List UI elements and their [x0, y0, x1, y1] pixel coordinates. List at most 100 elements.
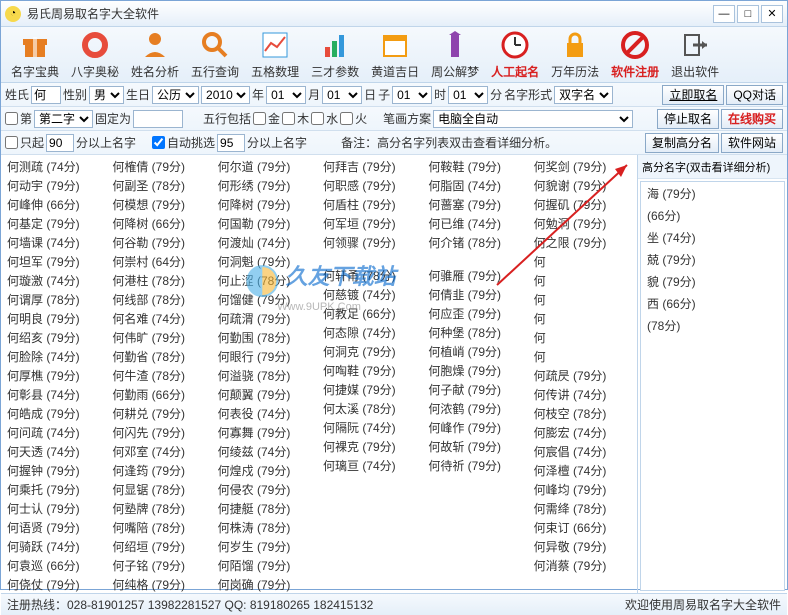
huo-checkbox[interactable]: [340, 112, 353, 125]
name-item[interactable]: 何领骤 (79分): [319, 235, 424, 252]
name-item[interactable]: 何明良 (79分): [3, 311, 108, 328]
name-item[interactable]: 何谓厚 (78分): [3, 292, 108, 309]
toolbar-chart[interactable]: 五格数理: [245, 27, 305, 82]
name-item[interactable]: 何植峭 (79分): [424, 344, 529, 361]
name-item[interactable]: 何隔阮 (74分): [319, 420, 424, 437]
name-item[interactable]: 何形绣 (79分): [214, 178, 319, 195]
name-item[interactable]: 何倩韭 (79分): [424, 287, 529, 304]
name-item[interactable]: 何港柱 (78分): [108, 273, 213, 290]
side-list-item[interactable]: 海 (79分): [643, 184, 782, 204]
name-item[interactable]: 何应歪 (79分): [424, 306, 529, 323]
name-item[interactable]: 何峰均 (79分): [530, 482, 635, 499]
min-select[interactable]: 01: [448, 86, 488, 104]
year-select[interactable]: 2010: [201, 86, 250, 104]
name-item[interactable]: 何渡灿 (74分): [214, 235, 319, 252]
name-item[interactable]: 何绍垣 (79分): [108, 539, 213, 556]
name-item[interactable]: 何拜吉 (79分): [319, 159, 424, 176]
name-item[interactable]: 何峰伸 (66分): [3, 197, 108, 214]
name-item[interactable]: 何嘴陪 (78分): [108, 520, 213, 537]
name-item[interactable]: 何疏昃 (79分): [530, 368, 635, 385]
name-item[interactable]: 何岁生 (79分): [214, 539, 319, 556]
month-select[interactable]: 01: [266, 86, 306, 104]
name-item[interactable]: 何捷媒 (79分): [319, 382, 424, 399]
name-item[interactable]: 何勉洞 (79分): [530, 216, 635, 233]
name-item[interactable]: 何裸克 (79分): [319, 439, 424, 456]
mu-checkbox[interactable]: [282, 112, 295, 125]
toolbar-no[interactable]: 软件注册: [605, 27, 665, 82]
side-list-item[interactable]: (78分): [643, 316, 782, 336]
name-item[interactable]: 何握钟 (79分): [3, 463, 108, 480]
second-char-select[interactable]: 第二字: [34, 110, 93, 128]
name-item[interactable]: 何牛渣 (78分): [108, 368, 213, 385]
name-item[interactable]: 何纯格 (79分): [108, 577, 213, 593]
name-item[interactable]: 何貌谢 (79分): [530, 178, 635, 195]
name-item[interactable]: 何名难 (74分): [108, 311, 213, 328]
jin-checkbox[interactable]: [253, 112, 266, 125]
buy-button[interactable]: 在线购买: [721, 109, 783, 129]
name-item[interactable]: 何止涩 (78分): [214, 273, 319, 290]
name-item[interactable]: 何态隙 (74分): [319, 325, 424, 342]
name-item[interactable]: 何: [530, 254, 635, 271]
name-item[interactable]: 何脸除 (74分): [3, 349, 108, 366]
name-item[interactable]: 何厚樵 (79分): [3, 368, 108, 385]
stop-button[interactable]: 停止取名: [657, 109, 719, 129]
maximize-button[interactable]: □: [737, 5, 759, 23]
name-item[interactable]: 何勤雨 (66分): [108, 387, 213, 404]
name-item[interactable]: 何异敬 (79分): [530, 539, 635, 556]
name-item[interactable]: 何士认 (79分): [3, 501, 108, 518]
name-item[interactable]: 何显锯 (78分): [108, 482, 213, 499]
day-select[interactable]: 01: [322, 86, 362, 104]
name-item[interactable]: 何线部 (78分): [108, 292, 213, 309]
name-item[interactable]: 何问疏 (74分): [3, 425, 108, 442]
toolbar-clock[interactable]: 人工起名: [485, 27, 545, 82]
toolbar-bars[interactable]: 三才参数: [305, 27, 365, 82]
site-button[interactable]: 软件网站: [721, 133, 783, 153]
name-item[interactable]: 何降树 (66分): [108, 216, 213, 233]
name-item[interactable]: 何奖剑 (79分): [530, 159, 635, 176]
name-item[interactable]: 何轩甬 (78分): [319, 268, 424, 285]
name-item[interactable]: 何: [530, 330, 635, 347]
side-list-item[interactable]: 貌 (79分): [643, 272, 782, 292]
gender-select[interactable]: 男: [89, 86, 124, 104]
name-form-select[interactable]: 双字名: [554, 86, 613, 104]
toolbar-tower[interactable]: 周公解梦: [425, 27, 485, 82]
name-item[interactable]: 何职感 (79分): [319, 178, 424, 195]
qq-button[interactable]: QQ对话: [726, 85, 783, 105]
name-item[interactable]: 何绫兹 (74分): [214, 444, 319, 461]
calendar-select[interactable]: 公历: [152, 86, 199, 104]
name-item[interactable]: 何: [530, 292, 635, 309]
name-item[interactable]: 何子铭 (79分): [108, 558, 213, 575]
surname-input[interactable]: [31, 86, 61, 104]
minimize-button[interactable]: —: [713, 5, 735, 23]
shui-checkbox[interactable]: [311, 112, 324, 125]
toolbar-person[interactable]: 姓名分析: [125, 27, 185, 82]
name-item[interactable]: 何侥仗 (79分): [3, 577, 108, 593]
name-item[interactable]: 何馏健 (79分): [214, 292, 319, 309]
name-item[interactable]: 何骓雁 (79分): [424, 268, 529, 285]
side-list-item[interactable]: 西 (66分): [643, 294, 782, 314]
name-item[interactable]: 何握矶 (79分): [530, 197, 635, 214]
name-item[interactable]: 何军垣 (79分): [319, 216, 424, 233]
name-item[interactable]: 何种堡 (78分): [424, 325, 529, 342]
name-item[interactable]: 何耕兑 (79分): [108, 406, 213, 423]
name-item[interactable]: 何煌戍 (79分): [214, 463, 319, 480]
name-item[interactable]: 何: [530, 311, 635, 328]
name-item[interactable]: 何谷勒 (79分): [108, 235, 213, 252]
name-item[interactable]: 何坦军 (79分): [3, 254, 108, 271]
hour-select[interactable]: 01: [392, 86, 432, 104]
name-item[interactable]: 何测疏 (74分): [3, 159, 108, 176]
name-item[interactable]: 何彰县 (74分): [3, 387, 108, 404]
name-item[interactable]: 何副圣 (78分): [108, 178, 213, 195]
name-item[interactable]: 何蔷塞 (79分): [424, 197, 529, 214]
name-item[interactable]: 何盾柱 (79分): [319, 197, 424, 214]
name-item[interactable]: 何枝空 (78分): [530, 406, 635, 423]
name-item[interactable]: 何眼行 (79分): [214, 349, 319, 366]
name-item[interactable]: 何峰作 (79分): [424, 420, 529, 437]
name-item[interactable]: 何袁巡 (66分): [3, 558, 108, 575]
name-item[interactable]: 何洞克 (79分): [319, 344, 424, 361]
name-item[interactable]: 何介锗 (78分): [424, 235, 529, 252]
name-item[interactable]: 何逢筠 (79分): [108, 463, 213, 480]
toolbar-calendar[interactable]: 黄道吉日: [365, 27, 425, 82]
name-item[interactable]: 何太溪 (78分): [319, 401, 424, 418]
name-item[interactable]: 何: [530, 273, 635, 290]
